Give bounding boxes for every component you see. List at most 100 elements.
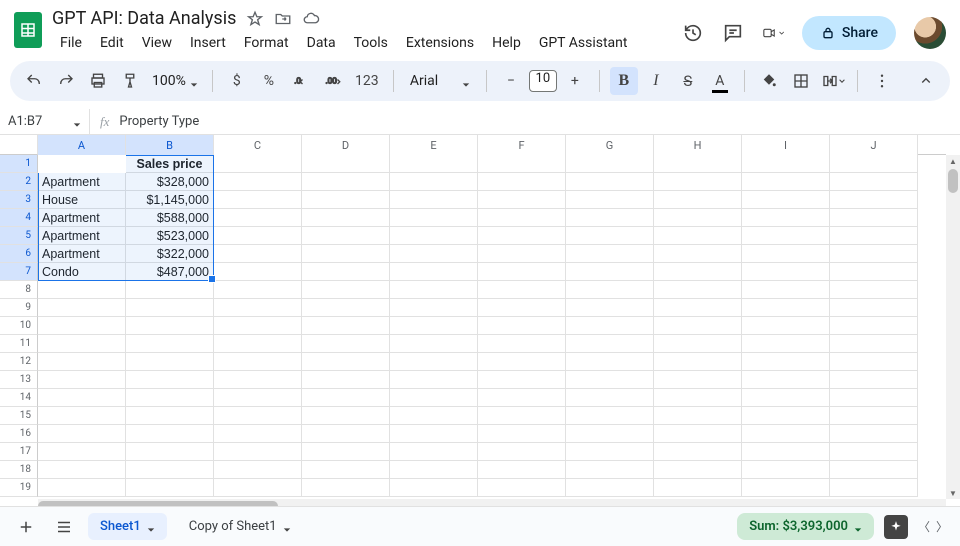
col-header-j[interactable]: J	[830, 135, 918, 155]
cell[interactable]	[214, 263, 302, 281]
cell[interactable]	[126, 299, 214, 317]
row-header[interactable]: 12	[0, 353, 38, 371]
col-header-i[interactable]: I	[742, 135, 830, 155]
cell[interactable]	[390, 173, 478, 191]
cell[interactable]	[742, 263, 830, 281]
explore-icon[interactable]	[884, 515, 908, 539]
more-formats-button[interactable]: 123	[351, 67, 383, 95]
bold-button[interactable]: B	[610, 67, 638, 95]
row-header[interactable]: 11	[0, 335, 38, 353]
cell[interactable]	[126, 317, 214, 335]
cell[interactable]	[742, 299, 830, 317]
menu-insert[interactable]: Insert	[182, 31, 234, 55]
cell[interactable]	[302, 407, 390, 425]
cell[interactable]	[654, 461, 742, 479]
cell[interactable]	[830, 299, 918, 317]
merge-cells-icon[interactable]	[819, 67, 847, 95]
cell[interactable]	[830, 461, 918, 479]
cell[interactable]	[654, 191, 742, 209]
row-header[interactable]: 3	[0, 191, 38, 209]
cell[interactable]	[214, 443, 302, 461]
cell[interactable]	[478, 209, 566, 227]
cell[interactable]	[302, 461, 390, 479]
cell[interactable]	[654, 281, 742, 299]
meet-icon[interactable]	[762, 22, 784, 44]
cell[interactable]	[566, 353, 654, 371]
vertical-scrollbar[interactable]: ▲ ▼	[946, 155, 960, 499]
cell[interactable]	[38, 443, 126, 461]
col-header-e[interactable]: E	[390, 135, 478, 155]
menu-extensions[interactable]: Extensions	[398, 31, 482, 55]
cell[interactable]	[390, 389, 478, 407]
cell[interactable]	[214, 425, 302, 443]
cell[interactable]	[390, 227, 478, 245]
cell[interactable]	[390, 281, 478, 299]
cell[interactable]	[302, 281, 390, 299]
cell[interactable]	[214, 407, 302, 425]
name-box[interactable]: A1:B7	[0, 109, 90, 134]
cell[interactable]	[478, 335, 566, 353]
menu-tools[interactable]: Tools	[346, 31, 396, 55]
cell[interactable]	[214, 227, 302, 245]
paint-format-icon[interactable]	[116, 67, 144, 95]
cell[interactable]	[126, 353, 214, 371]
chevron-down-icon[interactable]	[147, 523, 155, 531]
cell[interactable]	[478, 263, 566, 281]
row-header[interactable]: 10	[0, 317, 38, 335]
cell[interactable]	[566, 443, 654, 461]
cell-a6[interactable]: Apartment	[38, 245, 126, 263]
cell[interactable]	[478, 443, 566, 461]
cells-viewport[interactable]: Property Type Sales price Apartment $328…	[38, 155, 946, 499]
cell-b2[interactable]: $328,000	[126, 173, 214, 191]
cell[interactable]	[214, 155, 302, 173]
cell[interactable]	[830, 227, 918, 245]
cell[interactable]	[830, 209, 918, 227]
cell[interactable]	[214, 461, 302, 479]
zoom-select[interactable]: 100%	[148, 73, 202, 89]
cell[interactable]	[742, 479, 830, 497]
cell[interactable]	[38, 425, 126, 443]
cell[interactable]	[214, 173, 302, 191]
cell[interactable]	[214, 317, 302, 335]
cell[interactable]	[38, 461, 126, 479]
cell[interactable]	[742, 191, 830, 209]
cell[interactable]	[478, 317, 566, 335]
cell-b4[interactable]: $588,000	[126, 209, 214, 227]
cell[interactable]	[742, 245, 830, 263]
increase-font-size-button[interactable]: +	[561, 67, 589, 95]
cell[interactable]	[478, 227, 566, 245]
cell[interactable]	[214, 335, 302, 353]
print-icon[interactable]	[84, 67, 112, 95]
cell[interactable]	[566, 407, 654, 425]
cell[interactable]	[566, 263, 654, 281]
cell[interactable]	[302, 263, 390, 281]
cell[interactable]	[126, 281, 214, 299]
cell[interactable]	[390, 317, 478, 335]
cell[interactable]	[214, 353, 302, 371]
cell[interactable]	[38, 317, 126, 335]
cell[interactable]	[390, 299, 478, 317]
cell[interactable]	[742, 353, 830, 371]
cell[interactable]	[126, 389, 214, 407]
menu-gpt-assistant[interactable]: GPT Assistant	[531, 31, 636, 55]
cell[interactable]	[566, 299, 654, 317]
row-header[interactable]: 13	[0, 371, 38, 389]
cell-a3[interactable]: House	[38, 191, 126, 209]
scroll-right-icon[interactable]: 〉	[936, 518, 948, 535]
cell[interactable]	[38, 353, 126, 371]
decrease-decimal-icon[interactable]: .0	[287, 67, 315, 95]
cell[interactable]	[302, 389, 390, 407]
row-header[interactable]: 2	[0, 173, 38, 191]
cell[interactable]	[302, 335, 390, 353]
formula-content[interactable]: Property Type	[119, 114, 199, 129]
cell[interactable]	[390, 407, 478, 425]
cell[interactable]	[830, 191, 918, 209]
row-header[interactable]: 4	[0, 209, 38, 227]
cell[interactable]	[126, 407, 214, 425]
row-header[interactable]: 7	[0, 263, 38, 281]
cell-b5[interactable]: $523,000	[126, 227, 214, 245]
cell[interactable]	[390, 263, 478, 281]
cell[interactable]	[302, 317, 390, 335]
format-percent-button[interactable]: %	[255, 67, 283, 95]
cell[interactable]	[126, 479, 214, 497]
